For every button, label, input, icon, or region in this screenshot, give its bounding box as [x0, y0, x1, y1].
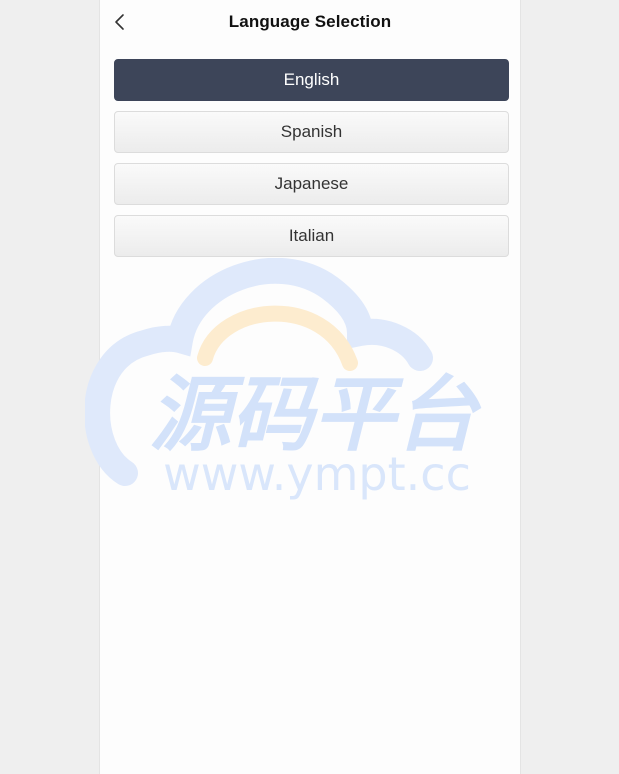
- page-title: Language Selection: [228, 12, 392, 31]
- language-option-english[interactable]: English: [114, 59, 509, 101]
- header: Language Selection: [100, 0, 520, 44]
- language-option-italian[interactable]: Italian: [114, 215, 509, 257]
- language-option-japanese[interactable]: Japanese: [114, 163, 509, 205]
- language-list: English Spanish Japanese Italian: [114, 59, 510, 267]
- language-option-spanish[interactable]: Spanish: [114, 111, 509, 153]
- phone-screen: Language Selection English Spanish Japan…: [99, 0, 521, 774]
